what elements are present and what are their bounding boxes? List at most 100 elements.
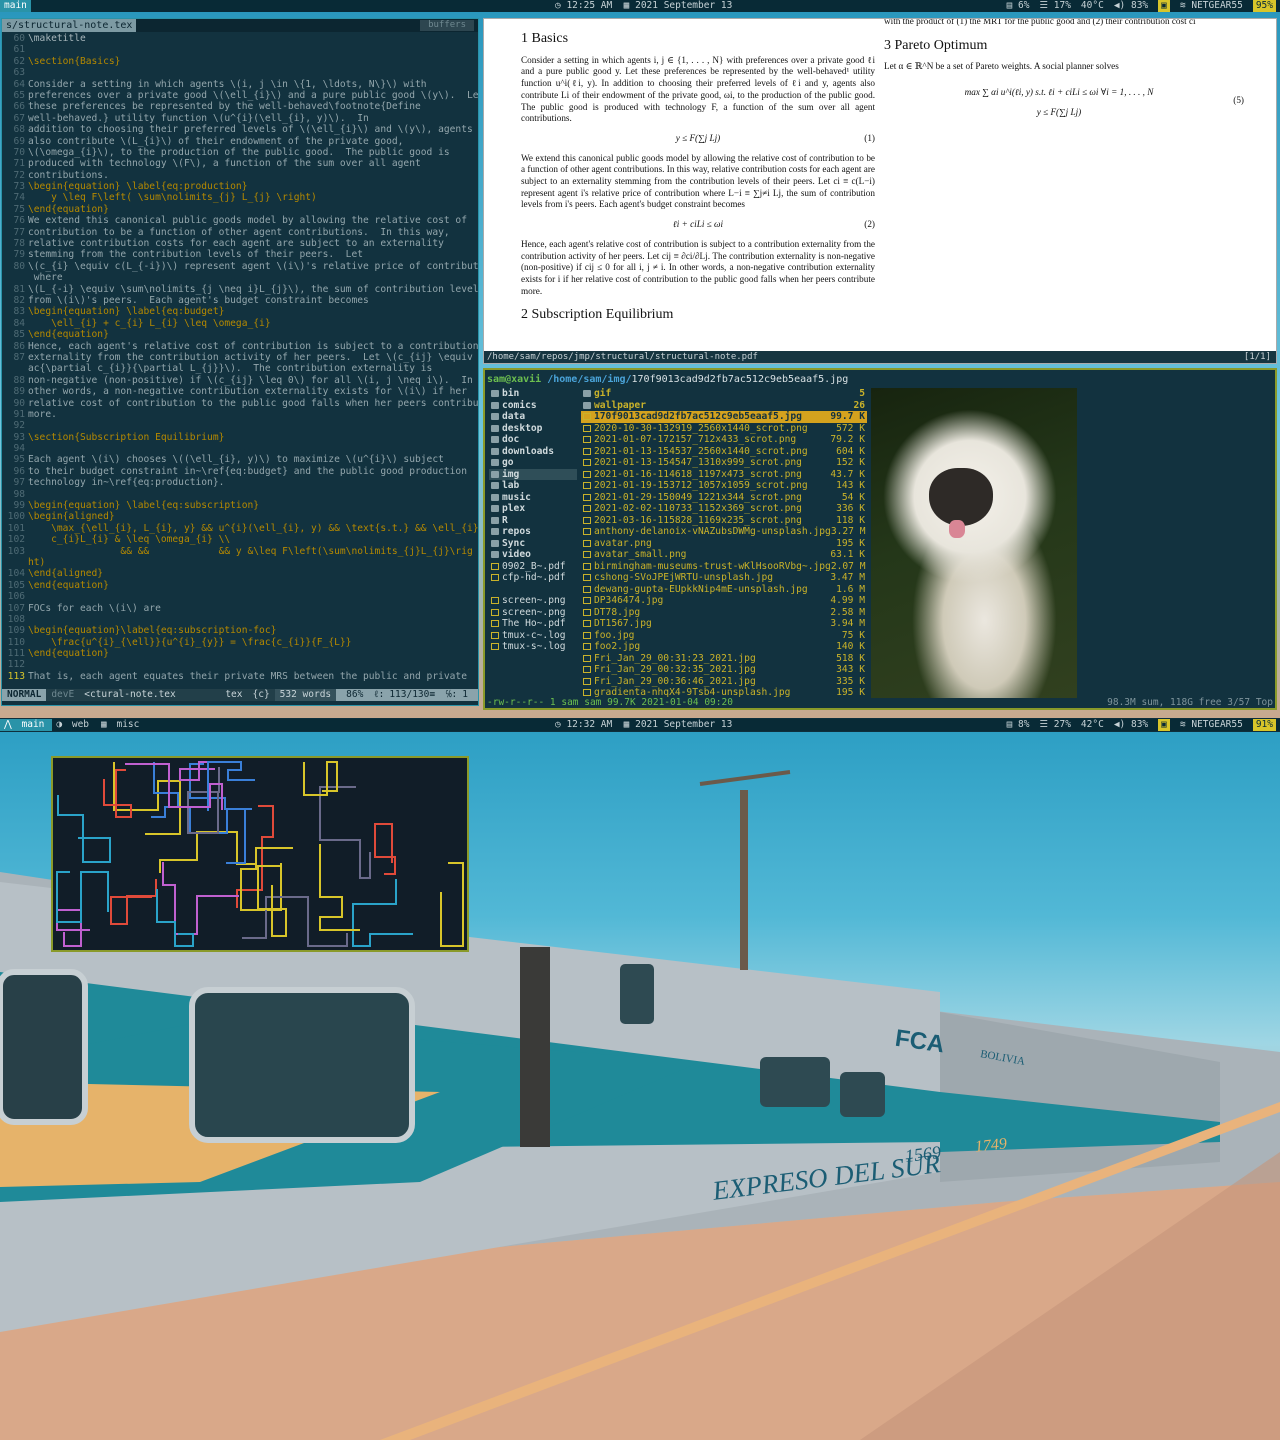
file-item[interactable]: 2021-01-16-114618_1197x473_scrot.png 43.7… bbox=[581, 469, 867, 481]
code-line[interactable]: 110 \frac{u^{i}_{\ell}}{u^{i}_{y}} = \fr… bbox=[2, 637, 478, 648]
parent-dir-item[interactable]: comics bbox=[489, 400, 577, 412]
code-line[interactable]: 98 bbox=[2, 489, 478, 500]
code-line[interactable]: 69 also contribute \(L_{i}\) of their end… bbox=[2, 136, 478, 147]
parent-dir-item[interactable]: cfp-hd~.pdf bbox=[489, 572, 577, 584]
file-item[interactable]: Fri_Jan_29_00:31:23_2021.jpg 518 K bbox=[581, 653, 867, 665]
parent-dir-item[interactable]: plex bbox=[489, 503, 577, 515]
file-item[interactable]: avatar.png 195 K bbox=[581, 538, 867, 550]
parent-directory-list[interactable]: bin comics data desktop doc downloads go img lab… bbox=[489, 388, 577, 653]
file-item[interactable]: Fri_Jan_29_00:36:46_2021.jpg 335 K bbox=[581, 676, 867, 688]
parent-dir-item[interactable]: data bbox=[489, 411, 577, 423]
code-line[interactable]: 90 relative cost of contribution to the p… bbox=[2, 398, 478, 409]
file-item[interactable]: 2021-02-02-110733_1152x369_scrot.png 336 … bbox=[581, 503, 867, 515]
file-list[interactable]: gif 5 wallpaper 26 170f9013cad9d2fb7ac512c9e… bbox=[581, 388, 867, 699]
parent-dir-item[interactable]: screen~.png bbox=[489, 607, 577, 619]
code-line[interactable]: 67 well-behaved.} utility function \(u^{i… bbox=[2, 113, 478, 124]
code-line[interactable]: 112 bbox=[2, 659, 478, 670]
file-item[interactable]: 2021-01-29-150049_1221x344_scrot.png 54 K bbox=[581, 492, 867, 504]
file-item[interactable]: DT1567.jpg 3.94 M bbox=[581, 618, 867, 630]
file-item[interactable]: gif 5 bbox=[581, 388, 867, 400]
code-line[interactable]: 91 more. bbox=[2, 409, 478, 420]
code-line[interactable]: 105 \end{equation} bbox=[2, 580, 478, 591]
code-line[interactable]: 95 Each agent \(i\) chooses \((\ell_{i}, … bbox=[2, 454, 478, 465]
code-line[interactable]: 71 produced with technology \(F\), a func… bbox=[2, 158, 478, 169]
code-line[interactable]: 102 c_{i}L_{i} & \leq \omega_{i} \\ bbox=[2, 534, 478, 545]
parent-dir-item[interactable]: downloads bbox=[489, 446, 577, 458]
code-area[interactable]: 60 \maketitle 61 62 \section{Basics} 63 64 Cons… bbox=[2, 33, 478, 689]
code-line[interactable]: 84 \ell_{i} + c_{i} L_{i} \leq \omega_{i… bbox=[2, 318, 478, 329]
file-item[interactable]: 2020-10-30-132919_2560x1440_scrot.png 572… bbox=[581, 423, 867, 435]
code-line[interactable]: 94 bbox=[2, 443, 478, 454]
code-line[interactable]: 104 \end{aligned} bbox=[2, 568, 478, 579]
parent-dir-item[interactable]: lab bbox=[489, 480, 577, 492]
parent-dir-item[interactable]: bin bbox=[489, 388, 577, 400]
code-line[interactable]: 86 Hence, each agent's relative cost of c… bbox=[2, 341, 478, 352]
pipes-terminal[interactable] bbox=[51, 756, 469, 952]
file-item[interactable]: avatar_small.png 63.1 K bbox=[581, 549, 867, 561]
parent-dir-item[interactable]: tmux-c~.log bbox=[489, 630, 577, 642]
file-manager[interactable]: sam@xavii /home/sam/img/170f9013cad9d2fb… bbox=[483, 368, 1277, 710]
code-line[interactable]: 92 bbox=[2, 420, 478, 431]
parent-dir-item[interactable]: screen~.png bbox=[489, 595, 577, 607]
file-item[interactable]: birmingham-museums-trust-wKlHsooRVbg~.jp… bbox=[581, 561, 867, 573]
code-line[interactable]: 76 We extend this canonical public goods … bbox=[2, 215, 478, 226]
file-item[interactable]: 2021-01-07-172157_712x433_scrot.png 79.2 … bbox=[581, 434, 867, 446]
code-line[interactable]: 64 Consider a setting in which agents \(i… bbox=[2, 79, 478, 90]
code-line[interactable]: 82 from \(i\)'s peers. Each agent's budge… bbox=[2, 295, 478, 306]
parent-dir-item[interactable]: desktop bbox=[489, 423, 577, 435]
code-line[interactable]: 107 FOCs for each \(i\) are bbox=[2, 603, 478, 614]
file-item[interactable]: foo2.jpg 140 K bbox=[581, 641, 867, 653]
code-line[interactable]: 87 externality from the contribution acti… bbox=[2, 352, 478, 363]
file-item[interactable]: foo.jpg 75 K bbox=[581, 630, 867, 642]
code-line[interactable]: 75 \end{equation} bbox=[2, 204, 478, 215]
parent-dir-item[interactable]: go bbox=[489, 457, 577, 469]
code-line[interactable]: 81 \(L_{-i} \equiv \sum\nolimits_{j \neq … bbox=[2, 284, 478, 295]
file-item[interactable]: 2021-01-13-154547_1310x999_scrot.png 152 … bbox=[581, 457, 867, 469]
code-line[interactable]: 100 \begin{aligned} bbox=[2, 511, 478, 522]
file-item[interactable]: Fri_Jan_29_00:32:35_2021.jpg 343 K bbox=[581, 664, 867, 676]
code-line[interactable]: 106 bbox=[2, 591, 478, 602]
code-line[interactable]: 74 y \leq F\left( \sum\nolimits_{j} L_{j… bbox=[2, 192, 478, 203]
code-line[interactable]: 99 \begin{equation} \label{eq:subscriptio… bbox=[2, 500, 478, 511]
parent-dir-item[interactable]: The Ho~.pdf bbox=[489, 618, 577, 630]
code-line[interactable]: 89 other words, a non-negative contributi… bbox=[2, 386, 478, 397]
parent-dir-item[interactable]: doc bbox=[489, 434, 577, 446]
parent-dir-item[interactable]: R bbox=[489, 515, 577, 527]
file-item[interactable]: anthony-delanoix-vNAZubsDWMg-unsplash.jp… bbox=[581, 526, 867, 538]
parent-dir-item[interactable]: img bbox=[489, 468, 577, 480]
workspace-main[interactable]: main bbox=[0, 0, 31, 12]
code-line[interactable]: 79 stemming from the contribution levels … bbox=[2, 249, 478, 260]
file-item[interactable]: dewang-gupta-EUpkkNip4mE-unsplash.jpg 1.6… bbox=[581, 584, 867, 596]
code-line[interactable]: 96 to their budget constraint in~\ref{eq:… bbox=[2, 466, 478, 477]
parent-dir-item[interactable] bbox=[489, 584, 577, 596]
parent-dir-item[interactable]: Sync bbox=[489, 538, 577, 550]
file-item[interactable]: 2021-03-16-115828_1169x235_scrot.png 118 … bbox=[581, 515, 867, 527]
parent-dir-item[interactable]: video bbox=[489, 549, 577, 561]
parent-dir-item[interactable]: music bbox=[489, 492, 577, 504]
workspace-misc[interactable]: ▦ misc bbox=[97, 719, 147, 731]
code-line[interactable]: 88 non-negative (non-positive) if \(c_{ij… bbox=[2, 375, 478, 386]
code-line[interactable]: where bbox=[2, 272, 478, 283]
code-line[interactable]: 63 bbox=[2, 67, 478, 78]
code-line[interactable]: 68 addition to choosing their preferred l… bbox=[2, 124, 478, 135]
code-line[interactable]: 65 preferences over a private good \(\ell… bbox=[2, 90, 478, 101]
code-line[interactable]: 61 bbox=[2, 44, 478, 55]
code-line[interactable]: 73 \begin{equation} \label{eq:production} bbox=[2, 181, 478, 192]
file-item[interactable]: 2021-01-19-153712_1057x1059_scrot.png 143… bbox=[581, 480, 867, 492]
code-line[interactable]: 60 \maketitle bbox=[2, 33, 478, 44]
code-line[interactable]: 78 relative contribution costs for each a… bbox=[2, 238, 478, 249]
code-line[interactable]: 103 && && && y &\leq F\left(\sum\nolimit… bbox=[2, 546, 478, 557]
code-line[interactable]: 70 \(\omega_{i}\), to the production of t… bbox=[2, 147, 478, 158]
parent-dir-item[interactable]: repos bbox=[489, 526, 577, 538]
parent-dir-item[interactable]: tmux-s~.log bbox=[489, 641, 577, 653]
code-line[interactable]: 80 \(c_{i} \equiv c(L_{-i})\) represent a… bbox=[2, 261, 478, 272]
code-line[interactable]: 83 \begin{equation} \label{eq:budget} bbox=[2, 306, 478, 317]
pdf-viewer[interactable]: 1 Basics Consider a setting in which age… bbox=[483, 18, 1277, 364]
vim-editor[interactable]: s/structural-note.tex buffers 60 \maketit… bbox=[1, 18, 479, 706]
code-line[interactable]: 108 bbox=[2, 614, 478, 625]
code-line[interactable]: 111 \end{equation} bbox=[2, 648, 478, 659]
code-line[interactable]: ht) bbox=[2, 557, 478, 568]
parent-dir-item[interactable]: 0902_B~.pdf bbox=[489, 561, 577, 573]
code-line[interactable]: 97 technology in~\ref{eq:production}. bbox=[2, 477, 478, 488]
workspace-web[interactable]: ◑ web bbox=[52, 719, 97, 731]
